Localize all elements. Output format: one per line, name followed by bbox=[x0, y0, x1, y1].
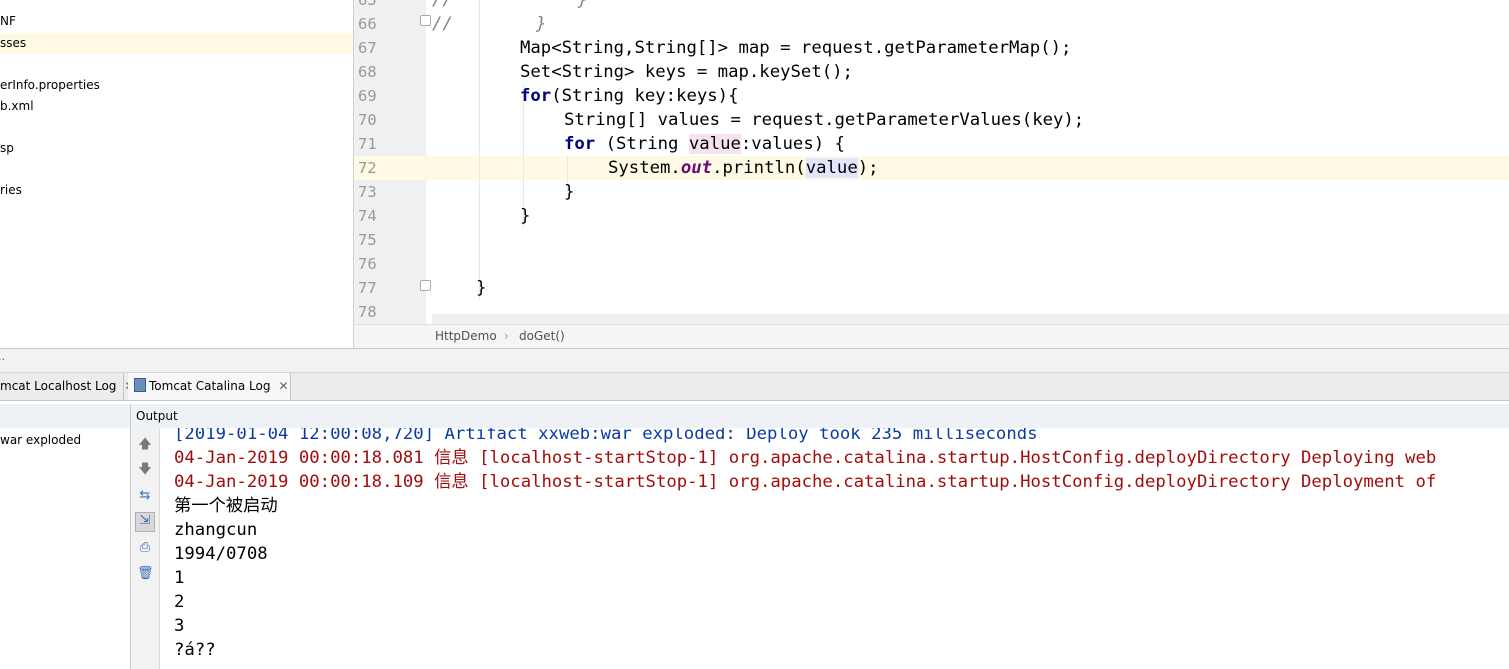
close-icon[interactable]: ✕ bbox=[278, 379, 288, 393]
code-line: } bbox=[476, 278, 487, 298]
line-number: 78 bbox=[358, 303, 377, 321]
line-number: 75 bbox=[358, 231, 377, 249]
tab-label: Tomcat Catalina Log bbox=[149, 379, 271, 393]
log-tabs-bar: mcat Localhost Log✕ Tomcat Catalina Log ✕ bbox=[0, 372, 1509, 401]
code-line: for(String key:keys){ bbox=[520, 84, 739, 108]
code-text: :values) { bbox=[740, 134, 845, 154]
code-text: .println( bbox=[712, 158, 806, 178]
line-number: 69 bbox=[358, 87, 377, 105]
tree-item[interactable]: ries bbox=[0, 180, 22, 201]
code-text: (String bbox=[595, 134, 689, 154]
trash-icon[interactable]: 🗑 bbox=[137, 566, 154, 582]
code-line: } bbox=[564, 182, 575, 202]
code-comment: // bbox=[432, 14, 453, 34]
code-text: System. bbox=[608, 158, 681, 178]
tree-item[interactable]: erInfo.properties bbox=[0, 75, 100, 96]
line-number: 65 bbox=[358, 0, 377, 9]
console-line: ?á?? bbox=[174, 640, 216, 660]
breadcrumb-item[interactable]: doGet() bbox=[519, 329, 565, 343]
code-text: (String key:keys){ bbox=[551, 86, 739, 106]
divider bbox=[130, 404, 131, 428]
log-file-icon bbox=[134, 378, 146, 392]
code-line: } bbox=[520, 206, 531, 226]
console-line: 1994/0708 bbox=[174, 544, 268, 564]
console-toolbar: 🡅 🡇 ⇆ ⇲ ⎙ 🗑 bbox=[131, 428, 160, 669]
line-number: 72 bbox=[358, 159, 377, 177]
code-keyword: for bbox=[520, 86, 552, 106]
soft-wrap-icon[interactable]: ⇆ bbox=[137, 488, 153, 504]
code-line-current: System.out.println(value); bbox=[608, 156, 879, 180]
project-tree: NF sses erInfo.properties b.xml sp ries bbox=[0, 0, 354, 348]
code-line: // } bbox=[432, 0, 588, 12]
console-line: [2019-01-04 12:00:08,720] Artifact xxweb… bbox=[174, 428, 1038, 444]
breadcrumb-item[interactable]: HttpDemo bbox=[435, 329, 497, 343]
console-line: 04-Jan-2019 00:00:18.109 信息 [localhost-s… bbox=[174, 472, 1437, 492]
indent-guide bbox=[479, 0, 480, 300]
code-line: Set<String> keys = map.keySet(); bbox=[520, 62, 853, 82]
breadcrumb: HttpDemo › doGet() bbox=[354, 324, 1509, 349]
line-number: 70 bbox=[358, 111, 377, 129]
line-number: 73 bbox=[358, 183, 377, 201]
console-line: 2 bbox=[174, 592, 185, 612]
line-number: 68 bbox=[358, 63, 377, 81]
tree-item[interactable]: NF bbox=[0, 11, 16, 32]
tab-catalina-log[interactable]: Tomcat Catalina Log ✕ bbox=[128, 373, 291, 400]
code-line: Map<String,String[]> map = request.getPa… bbox=[520, 38, 1072, 58]
down-arrow-icon[interactable]: 🡇 bbox=[137, 462, 153, 478]
line-number: 77 bbox=[358, 279, 377, 297]
artifact-item[interactable]: war exploded bbox=[0, 433, 81, 447]
line-number: 66 bbox=[358, 15, 377, 33]
code-line: // } bbox=[432, 12, 546, 36]
tree-item[interactable]: b.xml bbox=[0, 96, 34, 117]
code-editor[interactable]: 65 66 67 68 69 70 71 72 73 74 75 76 77 7… bbox=[354, 0, 1509, 324]
tool-window-header: ·· bbox=[0, 348, 1509, 373]
line-number: 74 bbox=[358, 207, 377, 225]
deployment-panel: war exploded bbox=[0, 428, 131, 669]
output-header: Output bbox=[0, 404, 1509, 429]
code-text: ); bbox=[857, 158, 879, 178]
breadcrumb-separator-icon: › bbox=[504, 329, 509, 343]
console-line: 1 bbox=[174, 568, 185, 588]
code-line: String[] values = request.getParameterVa… bbox=[564, 110, 1085, 130]
scroll-to-end-icon[interactable]: ⇲ bbox=[135, 512, 155, 532]
code-variable-highlight: value bbox=[688, 134, 741, 154]
code-comment: } bbox=[452, 14, 547, 34]
tree-item[interactable]: sp bbox=[0, 138, 14, 159]
current-line-highlight bbox=[354, 156, 1509, 180]
console-line: 第一个被启动 bbox=[174, 496, 278, 516]
console-line: 3 bbox=[174, 616, 185, 636]
line-number: 67 bbox=[358, 39, 377, 57]
console-output[interactable]: [2019-01-04 12:00:08,720] Artifact xxweb… bbox=[160, 428, 1509, 669]
code-comment: } bbox=[452, 0, 589, 10]
line-number: 76 bbox=[358, 255, 377, 273]
print-icon[interactable]: ⎙ bbox=[137, 540, 153, 556]
console-line: 04-Jan-2019 00:00:18.081 信息 [localhost-s… bbox=[174, 448, 1437, 468]
dots-icon: ·· bbox=[0, 353, 5, 366]
code-line: for (String value:values) { bbox=[564, 132, 845, 156]
fold-marker-icon[interactable] bbox=[420, 280, 431, 291]
tab-label: mcat Localhost Log bbox=[0, 379, 117, 393]
line-number: 71 bbox=[358, 135, 377, 153]
console-line: zhangcun bbox=[174, 520, 258, 540]
fold-marker-icon[interactable] bbox=[420, 15, 431, 26]
horizontal-scrollbar[interactable] bbox=[432, 314, 1509, 324]
code-static-field: out bbox=[680, 158, 713, 178]
up-arrow-icon[interactable]: 🡅 bbox=[137, 437, 153, 453]
tab-localhost-log[interactable]: mcat Localhost Log✕ bbox=[0, 373, 134, 400]
code-comment: // bbox=[432, 0, 453, 10]
code-variable-highlight: value bbox=[805, 158, 858, 178]
output-label: Output bbox=[136, 409, 178, 423]
tree-item-selected[interactable]: sses bbox=[0, 33, 353, 54]
code-keyword: for bbox=[564, 134, 596, 154]
